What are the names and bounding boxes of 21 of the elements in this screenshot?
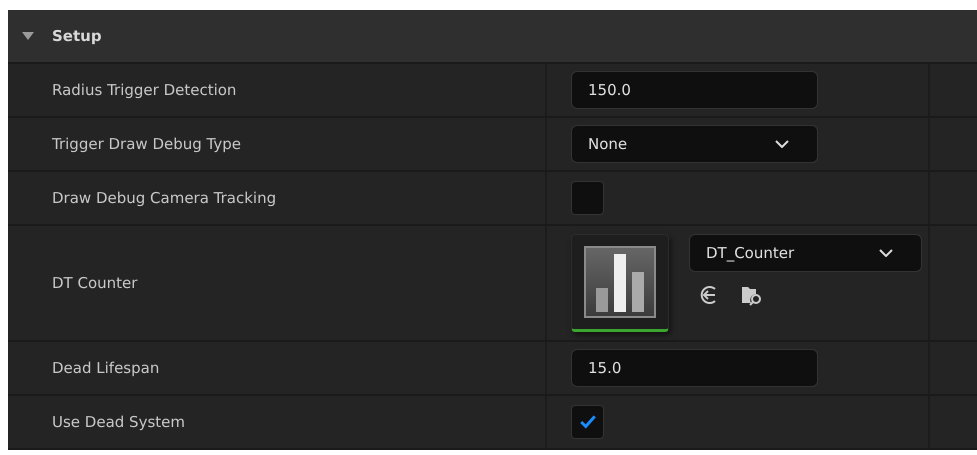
property-label: Trigger Draw Debug Type [52, 135, 241, 153]
number-field[interactable]: 15.0 [571, 349, 818, 387]
bar-chart-icon [584, 246, 656, 318]
property-label: DT Counter [52, 274, 138, 292]
number-field[interactable]: 150.0 [571, 71, 818, 109]
property-label: Radius Trigger Detection [52, 81, 236, 99]
property-label: Dead Lifespan [52, 359, 160, 377]
property-label: Draw Debug Camera Tracking [52, 189, 276, 207]
dropdown[interactable]: None [571, 125, 818, 163]
checkmark-icon [578, 414, 596, 430]
checkbox[interactable] [571, 405, 604, 439]
chevron-icon [879, 249, 893, 257]
section-header[interactable]: Setup [8, 10, 977, 64]
expand-arrow-icon[interactable] [22, 32, 34, 40]
property-label: Use Dead System [52, 413, 185, 431]
checkbox[interactable] [571, 181, 604, 215]
chevron-icon [775, 140, 789, 148]
browse-folder-icon[interactable] [741, 284, 763, 306]
section-title: Setup [52, 27, 102, 45]
asset-thumbnail[interactable] [571, 234, 669, 332]
asset-dropdown[interactable]: DT_Counter [689, 234, 922, 272]
